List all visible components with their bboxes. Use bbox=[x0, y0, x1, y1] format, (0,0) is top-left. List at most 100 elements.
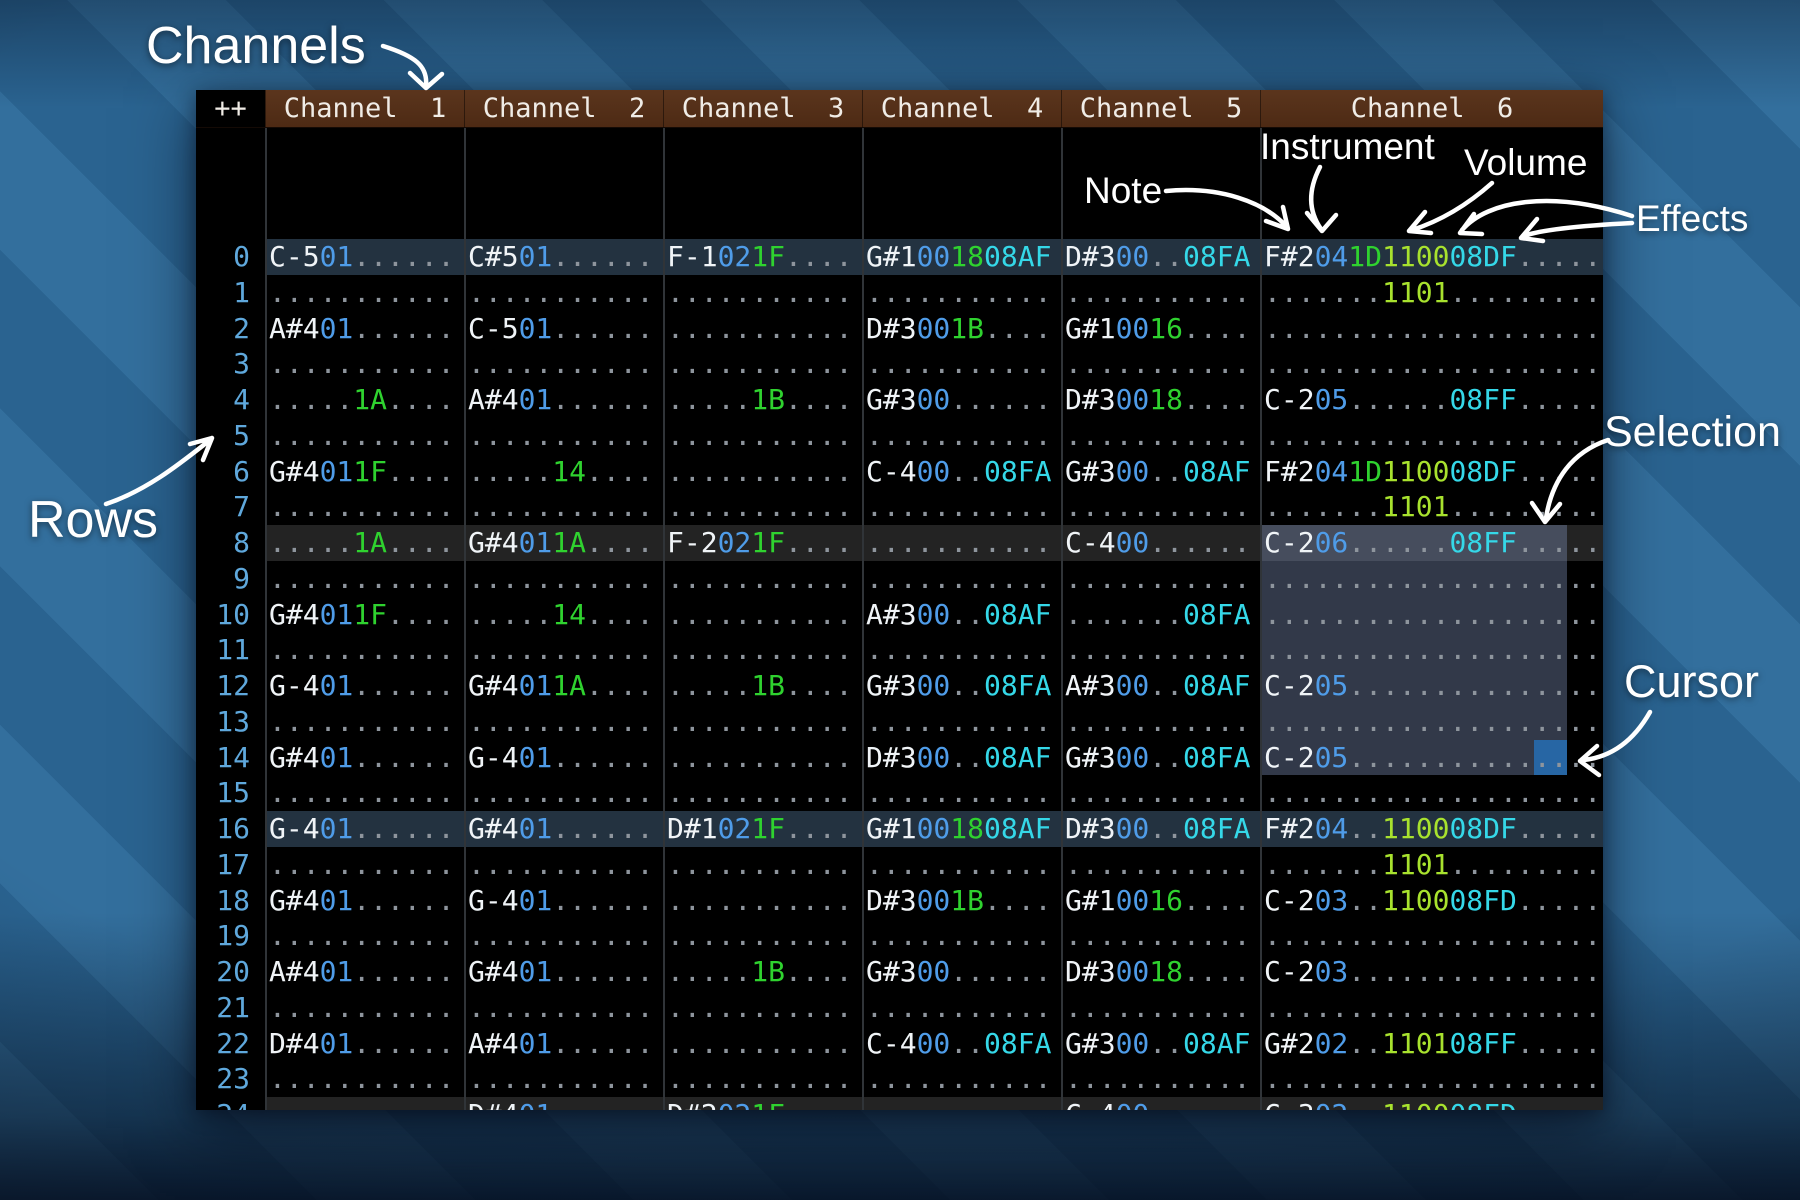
channel-header-2[interactable]: Channel 2 bbox=[464, 90, 663, 127]
pattern-cell-ch3[interactable]: .....1B.... bbox=[663, 954, 862, 990]
pattern-cell-ch6[interactable]: F#2041D110008DF..... bbox=[1260, 454, 1603, 490]
pattern-cell-ch4[interactable]: ........... bbox=[862, 847, 1061, 883]
pattern-cell-ch5[interactable]: ........... bbox=[1061, 775, 1260, 811]
pattern-cell-ch4[interactable]: ........... bbox=[862, 632, 1061, 668]
pattern-cell-ch2[interactable]: A#401...... bbox=[464, 1026, 663, 1062]
pattern-cell-ch5[interactable]: ........... bbox=[1061, 275, 1260, 311]
pattern-cell-ch4[interactable]: C-400..08FA bbox=[862, 454, 1061, 490]
pattern-cell-ch6[interactable]: G#202..110108FF..... bbox=[1260, 1026, 1603, 1062]
pattern-cell-ch1[interactable]: ........... bbox=[265, 346, 464, 382]
pattern-cell-ch6[interactable]: F#2041D110008DF..... bbox=[1260, 239, 1603, 275]
pattern-cell-ch5[interactable]: D#300..08FA bbox=[1061, 811, 1260, 847]
pattern-cell-ch1[interactable]: G#401...... bbox=[265, 740, 464, 776]
pattern-cell-ch3[interactable]: ........... bbox=[663, 275, 862, 311]
pattern-cell-ch4[interactable]: D#3001B.... bbox=[862, 883, 1061, 919]
pattern-cell-ch3[interactable]: ........... bbox=[663, 311, 862, 347]
pattern-cell-ch5[interactable]: C-400...... bbox=[1061, 1097, 1260, 1110]
pattern-cell-ch2[interactable]: ........... bbox=[464, 918, 663, 954]
pattern-cell-ch1[interactable]: ........... bbox=[265, 1061, 464, 1097]
pattern-cell-ch3[interactable]: ........... bbox=[663, 990, 862, 1026]
pattern-cell-ch2[interactable]: G-401...... bbox=[464, 883, 663, 919]
pattern-cell-ch3[interactable]: ........... bbox=[663, 1026, 862, 1062]
pattern-cell-ch5[interactable]: ........... bbox=[1061, 632, 1260, 668]
pattern-cell-ch4[interactable]: G#300..08FA bbox=[862, 668, 1061, 704]
pattern-cell-ch5[interactable]: D#300..08FA bbox=[1061, 239, 1260, 275]
pattern-cell-ch6[interactable]: C-205............... bbox=[1260, 740, 1603, 776]
pattern-cell-ch2[interactable]: G#401...... bbox=[464, 954, 663, 990]
pattern-cell-ch1[interactable]: A#401...... bbox=[265, 311, 464, 347]
pattern-cell-ch6[interactable]: .................... bbox=[1260, 418, 1603, 454]
channel-header-6[interactable]: Channel 6 bbox=[1260, 90, 1603, 127]
pattern-cell-ch1[interactable]: ........... bbox=[265, 990, 464, 1026]
pattern-cell-ch5[interactable]: G#300..08AF bbox=[1061, 1026, 1260, 1062]
pattern-cell-ch4[interactable]: D#3001B.... bbox=[862, 311, 1061, 347]
pattern-cell-ch6[interactable]: .................... bbox=[1260, 597, 1603, 633]
pattern-cell-ch4[interactable]: ........... bbox=[862, 918, 1061, 954]
pattern-cell-ch2[interactable]: ........... bbox=[464, 489, 663, 525]
pattern-cell-ch2[interactable]: G#401...... bbox=[464, 811, 663, 847]
pattern-cell-ch4[interactable]: ........... bbox=[862, 990, 1061, 1026]
pattern-cell-ch3[interactable]: D#2021F.... bbox=[663, 1097, 862, 1110]
pattern-cell-ch5[interactable]: ........... bbox=[1061, 346, 1260, 382]
pattern-cell-ch4[interactable]: ........... bbox=[862, 561, 1061, 597]
pattern-cell-ch5[interactable]: .......08FA bbox=[1061, 597, 1260, 633]
pattern-cell-ch1[interactable]: ........... bbox=[265, 275, 464, 311]
pattern-cell-ch3[interactable]: ........... bbox=[663, 561, 862, 597]
pattern-cell-ch5[interactable]: ........... bbox=[1061, 418, 1260, 454]
pattern-cell-ch2[interactable]: G-401...... bbox=[464, 740, 663, 776]
pattern-cell-ch2[interactable]: ........... bbox=[464, 561, 663, 597]
pattern-cell-ch4[interactable]: G#1001808AF bbox=[862, 239, 1061, 275]
pattern-cell-ch3[interactable]: .....1B.... bbox=[663, 668, 862, 704]
pattern-cell-ch2[interactable]: G#4011A.... bbox=[464, 525, 663, 561]
pattern-cell-ch5[interactable]: A#300..08AF bbox=[1061, 668, 1260, 704]
pattern-cell-ch1[interactable]: .....1A.... bbox=[265, 525, 464, 561]
pattern-cell-ch1[interactable]: ........... bbox=[265, 847, 464, 883]
pattern-cell-ch6[interactable]: .......1101......... bbox=[1260, 275, 1603, 311]
pattern-cell-ch1[interactable]: G-401...... bbox=[265, 811, 464, 847]
pattern-cell-ch3[interactable]: ........... bbox=[663, 418, 862, 454]
pattern-cell-ch2[interactable]: C#501...... bbox=[464, 239, 663, 275]
pattern-cell-ch6[interactable]: C-203..110008FD..... bbox=[1260, 883, 1603, 919]
pattern-cell-ch1[interactable]: ........... bbox=[265, 918, 464, 954]
pattern-cell-ch6[interactable]: .......1101......... bbox=[1260, 847, 1603, 883]
pattern-cell-ch6[interactable]: .................... bbox=[1260, 1061, 1603, 1097]
pattern-cell-ch1[interactable]: ........... bbox=[265, 775, 464, 811]
pattern-cell-ch6[interactable]: .................... bbox=[1260, 918, 1603, 954]
pattern-cell-ch5[interactable]: G#10016.... bbox=[1061, 311, 1260, 347]
channel-header-1[interactable]: Channel 1 bbox=[265, 90, 464, 127]
pattern-cell-ch4[interactable]: D#300..08AF bbox=[862, 740, 1061, 776]
pattern-cell-ch1[interactable]: G-401...... bbox=[265, 668, 464, 704]
pattern-cell-ch2[interactable]: .....14.... bbox=[464, 454, 663, 490]
pattern-cell-ch4[interactable]: ........... bbox=[862, 775, 1061, 811]
pattern-cell-ch5[interactable]: C-400...... bbox=[1061, 525, 1260, 561]
pattern-cell-ch3[interactable]: ........... bbox=[663, 847, 862, 883]
pattern-cell-ch4[interactable]: ........... bbox=[862, 275, 1061, 311]
pattern-cell-ch4[interactable]: A#300..08AF bbox=[862, 597, 1061, 633]
pattern-cell-ch6[interactable]: C-205......08FF..... bbox=[1260, 382, 1603, 418]
pattern-cell-ch5[interactable]: D#30018.... bbox=[1061, 954, 1260, 990]
pattern-cell-ch1[interactable]: ........... bbox=[265, 704, 464, 740]
pattern-cell-ch4[interactable]: ........... bbox=[862, 1061, 1061, 1097]
pattern-cell-ch2[interactable]: C-501...... bbox=[464, 311, 663, 347]
pattern-cell-ch1[interactable]: G#401...... bbox=[265, 883, 464, 919]
pattern-cell-ch2[interactable]: .....14.... bbox=[464, 597, 663, 633]
pattern-cell-ch2[interactable]: A#401...... bbox=[464, 382, 663, 418]
pattern-cell-ch1[interactable]: G#4011F.... bbox=[265, 597, 464, 633]
pattern-cell-ch2[interactable]: ........... bbox=[464, 847, 663, 883]
pattern-cell-ch2[interactable]: ........... bbox=[464, 346, 663, 382]
pattern-cell-ch6[interactable]: .................... bbox=[1260, 990, 1603, 1026]
pattern-cell-ch6[interactable]: .................... bbox=[1260, 311, 1603, 347]
pattern-cell-ch3[interactable]: ........... bbox=[663, 1061, 862, 1097]
pattern-cell-ch6[interactable]: C-206......08FF..... bbox=[1260, 525, 1603, 561]
pattern-cell-ch4[interactable]: ........... bbox=[862, 704, 1061, 740]
pattern-cell-ch6[interactable]: .................... bbox=[1260, 704, 1603, 740]
pattern-cell-ch3[interactable]: D#1021F.... bbox=[663, 811, 862, 847]
pattern-cell-ch1[interactable]: .....1A.... bbox=[265, 382, 464, 418]
pattern-cell-ch4[interactable]: ........... bbox=[862, 525, 1061, 561]
pattern-cell-ch1[interactable]: D#401...... bbox=[265, 1026, 464, 1062]
pattern-cell-ch3[interactable]: ........... bbox=[663, 346, 862, 382]
pattern-cell-ch5[interactable]: ........... bbox=[1061, 704, 1260, 740]
pattern-cell-ch3[interactable]: .....1B.... bbox=[663, 382, 862, 418]
pattern-cell-ch6[interactable]: C-302..110008FD..... bbox=[1260, 1097, 1603, 1110]
pattern-cell-ch4[interactable]: G#300...... bbox=[862, 382, 1061, 418]
